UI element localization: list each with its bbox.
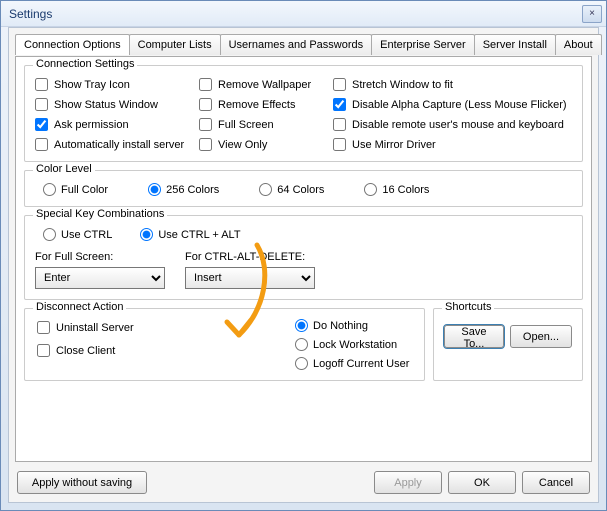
apply-without-saving-button[interactable]: Apply without saving [17,471,147,494]
cb-uninstall-server[interactable]: Uninstall Server [37,321,295,334]
checkbox-icon[interactable] [199,118,212,131]
group-shortcuts: Shortcuts Save To... Open... [433,308,583,381]
cb-show-tray-icon[interactable]: Show Tray Icon [35,78,195,91]
close-icon: × [589,8,595,19]
cb-remove-wallpaper[interactable]: Remove Wallpaper [199,78,329,91]
tab-computer-lists[interactable]: Computer Lists [129,34,221,55]
radio-icon[interactable] [295,357,308,370]
checkbox-icon[interactable] [333,78,346,91]
cb-auto-install-server[interactable]: Automatically install server [35,138,195,151]
checkbox-icon[interactable] [199,78,212,91]
checkbox-icon[interactable] [333,138,346,151]
checkbox-icon[interactable] [35,138,48,151]
group-legend: Connection Settings [33,58,137,70]
group-legend: Special Key Combinations [33,208,167,220]
label-cad-key: For CTRL-ALT-DELETE: [185,251,315,263]
rb-16-colors[interactable]: 16 Colors [364,183,429,196]
titlebar: Settings × [1,1,606,27]
radio-icon[interactable] [295,319,308,332]
cb-close-client[interactable]: Close Client [37,344,295,357]
group-color-level: Color Level Full Color 256 Colors 64 Col… [24,170,583,207]
cb-show-status-window[interactable]: Show Status Window [35,98,195,111]
radio-icon[interactable] [148,183,161,196]
group-legend: Shortcuts [442,301,494,313]
checkbox-icon[interactable] [37,321,50,334]
cb-ask-permission[interactable]: Ask permission [35,118,195,131]
select-full-screen-key[interactable]: Enter [35,267,165,289]
rb-logoff-user[interactable]: Logoff Current User [295,357,409,370]
checkbox-icon[interactable] [333,98,346,111]
group-special-key-combinations: Special Key Combinations Use CTRL Use CT… [24,215,583,300]
ok-button[interactable]: OK [448,471,516,494]
checkbox-icon[interactable] [35,78,48,91]
checkbox-icon[interactable] [199,98,212,111]
cb-disable-remote-mouse[interactable]: Disable remote user's mouse and keyboard [333,118,572,131]
tab-strip: Connection Options Computer Lists Userna… [15,34,604,55]
radio-icon[interactable] [364,183,377,196]
window-title: Settings [5,7,582,21]
label-full-screen-key: For Full Screen: [35,251,165,263]
checkbox-icon[interactable] [199,138,212,151]
cb-stretch-window[interactable]: Stretch Window to fit [333,78,572,91]
checkbox-icon[interactable] [35,98,48,111]
tab-server-install[interactable]: Server Install [474,34,556,55]
save-to-button[interactable]: Save To... [444,325,504,348]
tab-usernames-passwords[interactable]: Usernames and Passwords [220,34,373,55]
tab-about[interactable]: About [555,34,602,55]
tab-connection-options[interactable]: Connection Options [15,34,130,55]
radio-icon[interactable] [259,183,272,196]
checkbox-icon[interactable] [333,118,346,131]
rb-full-color[interactable]: Full Color [43,183,108,196]
group-legend: Color Level [33,163,95,175]
close-button[interactable]: × [582,5,602,23]
rb-64-colors[interactable]: 64 Colors [259,183,324,196]
rb-use-ctrl-alt[interactable]: Use CTRL + ALT [140,228,240,241]
cb-disable-alpha-capture[interactable]: Disable Alpha Capture (Less Mouse Flicke… [333,98,572,111]
client-area: Connection Options Computer Lists Userna… [8,27,599,503]
select-cad-key[interactable]: Insert [185,267,315,289]
radio-icon[interactable] [295,338,308,351]
open-button[interactable]: Open... [510,325,572,348]
tab-panel: Connection Settings Show Tray Icon Remov… [15,56,592,462]
checkbox-icon[interactable] [37,344,50,357]
cancel-button[interactable]: Cancel [522,471,590,494]
settings-window: Settings × Connection Options Computer L… [0,0,607,511]
dialog-footer: Apply without saving Apply OK Cancel [17,471,590,494]
group-connection-settings: Connection Settings Show Tray Icon Remov… [24,65,583,162]
rb-lock-workstation[interactable]: Lock Workstation [295,338,409,351]
radio-icon[interactable] [43,183,56,196]
apply-button[interactable]: Apply [374,471,442,494]
rb-use-ctrl[interactable]: Use CTRL [43,228,112,241]
cb-full-screen[interactable]: Full Screen [199,118,329,131]
cb-remove-effects[interactable]: Remove Effects [199,98,329,111]
radio-icon[interactable] [140,228,153,241]
radio-icon[interactable] [43,228,56,241]
group-legend: Disconnect Action [33,301,126,313]
cb-use-mirror-driver[interactable]: Use Mirror Driver [333,138,572,151]
rb-256-colors[interactable]: 256 Colors [148,183,219,196]
rb-do-nothing[interactable]: Do Nothing [295,319,409,332]
group-disconnect-action: Disconnect Action Uninstall Server Close… [24,308,425,381]
checkbox-icon[interactable] [35,118,48,131]
tab-enterprise-server[interactable]: Enterprise Server [371,34,475,55]
cb-view-only[interactable]: View Only [199,138,329,151]
